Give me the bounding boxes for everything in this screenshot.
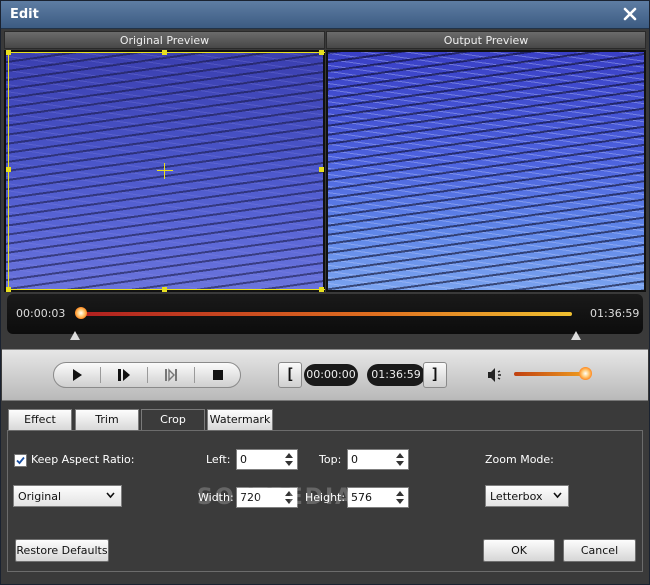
top-input[interactable]: 0 <box>347 449 409 470</box>
decrement-icon[interactable] <box>285 461 293 466</box>
seek-track[interactable] <box>82 312 572 316</box>
left-label: Left: <box>206 453 231 466</box>
play-button[interactable] <box>54 364 100 386</box>
zoom-mode-label: Zoom Mode: <box>485 453 554 466</box>
top-value: 0 <box>351 453 358 466</box>
step-forward-icon <box>118 369 130 381</box>
timeline-bar: 00:00:03 01:36:59 <box>7 294 643 334</box>
crop-handle[interactable] <box>162 287 167 292</box>
volume-track[interactable] <box>514 372 588 376</box>
play-icon <box>73 369 82 381</box>
set-start-button[interactable]: [ <box>278 362 302 388</box>
window-title: Edit <box>10 7 39 22</box>
output-preview-header: Output Preview <box>326 31 646 49</box>
decrement-icon[interactable] <box>396 499 404 504</box>
crop-handle[interactable] <box>6 287 11 292</box>
tab-effect[interactable]: Effect <box>8 409 72 431</box>
cancel-button[interactable]: Cancel <box>563 539 636 562</box>
crop-handle[interactable] <box>162 50 167 55</box>
top-stepper <box>393 451 407 468</box>
volume-button[interactable] <box>487 367 505 383</box>
playback-button-group <box>53 362 241 388</box>
height-input[interactable]: 576 <box>347 487 409 508</box>
ok-button[interactable]: OK <box>483 539 555 562</box>
set-end-button[interactable]: ] <box>423 362 447 388</box>
chevron-down-icon <box>106 492 115 499</box>
speaker-icon <box>488 368 501 382</box>
output-preview <box>326 50 646 292</box>
top-label: Top: <box>319 453 342 466</box>
close-icon <box>623 7 637 21</box>
decrement-icon[interactable] <box>396 461 404 466</box>
stop-icon <box>213 370 223 380</box>
checkmark-icon <box>16 456 25 465</box>
output-video-frame <box>328 52 644 290</box>
next-frame-button[interactable] <box>148 364 194 386</box>
zoom-mode-select[interactable]: Letterbox <box>485 485 569 507</box>
increment-icon[interactable] <box>396 453 404 458</box>
chevron-down-icon <box>553 492 562 499</box>
left-stepper <box>282 451 296 468</box>
tab-trim[interactable]: Trim <box>75 409 139 431</box>
watermark-text: SOFTPEDIA <box>197 485 355 510</box>
seek-handle[interactable] <box>75 307 87 319</box>
original-preview[interactable] <box>4 50 325 292</box>
crosshair-icon <box>164 163 165 179</box>
volume-handle[interactable] <box>579 367 592 380</box>
crop-handle[interactable] <box>319 287 324 292</box>
step-forward-button[interactable] <box>101 364 147 386</box>
left-input[interactable]: 0 <box>236 449 298 470</box>
crop-rectangle[interactable] <box>8 52 325 290</box>
crop-handle[interactable] <box>6 167 11 172</box>
restore-defaults-button[interactable]: Restore Defaults <box>15 539 109 562</box>
aspect-ratio-select[interactable]: Original <box>13 485 122 507</box>
aspect-ratio-value: Original <box>18 490 62 503</box>
next-frame-icon <box>165 368 177 382</box>
keep-aspect-label: Keep Aspect Ratio: <box>31 453 135 466</box>
tab-crop[interactable]: Crop <box>141 409 205 431</box>
crosshair-icon <box>157 170 173 171</box>
close-button[interactable] <box>621 5 639 23</box>
tab-watermark[interactable]: Watermark <box>207 409 273 431</box>
trim-start-marker[interactable] <box>70 331 80 340</box>
end-time: 01:36:59 <box>367 364 425 386</box>
title-bar: Edit <box>1 1 649 29</box>
start-time: 00:00:00 <box>304 364 358 386</box>
left-value: 0 <box>240 453 247 466</box>
crop-handle[interactable] <box>319 50 324 55</box>
edit-dialog: Edit Original Preview Output Preview 00:… <box>0 0 650 585</box>
increment-icon[interactable] <box>285 453 293 458</box>
left-bracket-icon: [ <box>285 365 295 383</box>
current-time: 00:00:03 <box>16 307 66 320</box>
stop-button[interactable] <box>195 364 241 386</box>
original-preview-header: Original Preview <box>4 31 325 49</box>
crop-handle[interactable] <box>6 50 11 55</box>
trim-end-marker[interactable] <box>571 331 581 340</box>
right-bracket-icon: ] <box>430 365 440 383</box>
total-time: 01:36:59 <box>590 307 640 320</box>
height-stepper <box>393 489 407 506</box>
increment-icon[interactable] <box>396 491 404 496</box>
zoom-mode-value: Letterbox <box>490 490 543 503</box>
keep-aspect-checkbox[interactable] <box>14 454 27 467</box>
crop-handle[interactable] <box>319 167 324 172</box>
